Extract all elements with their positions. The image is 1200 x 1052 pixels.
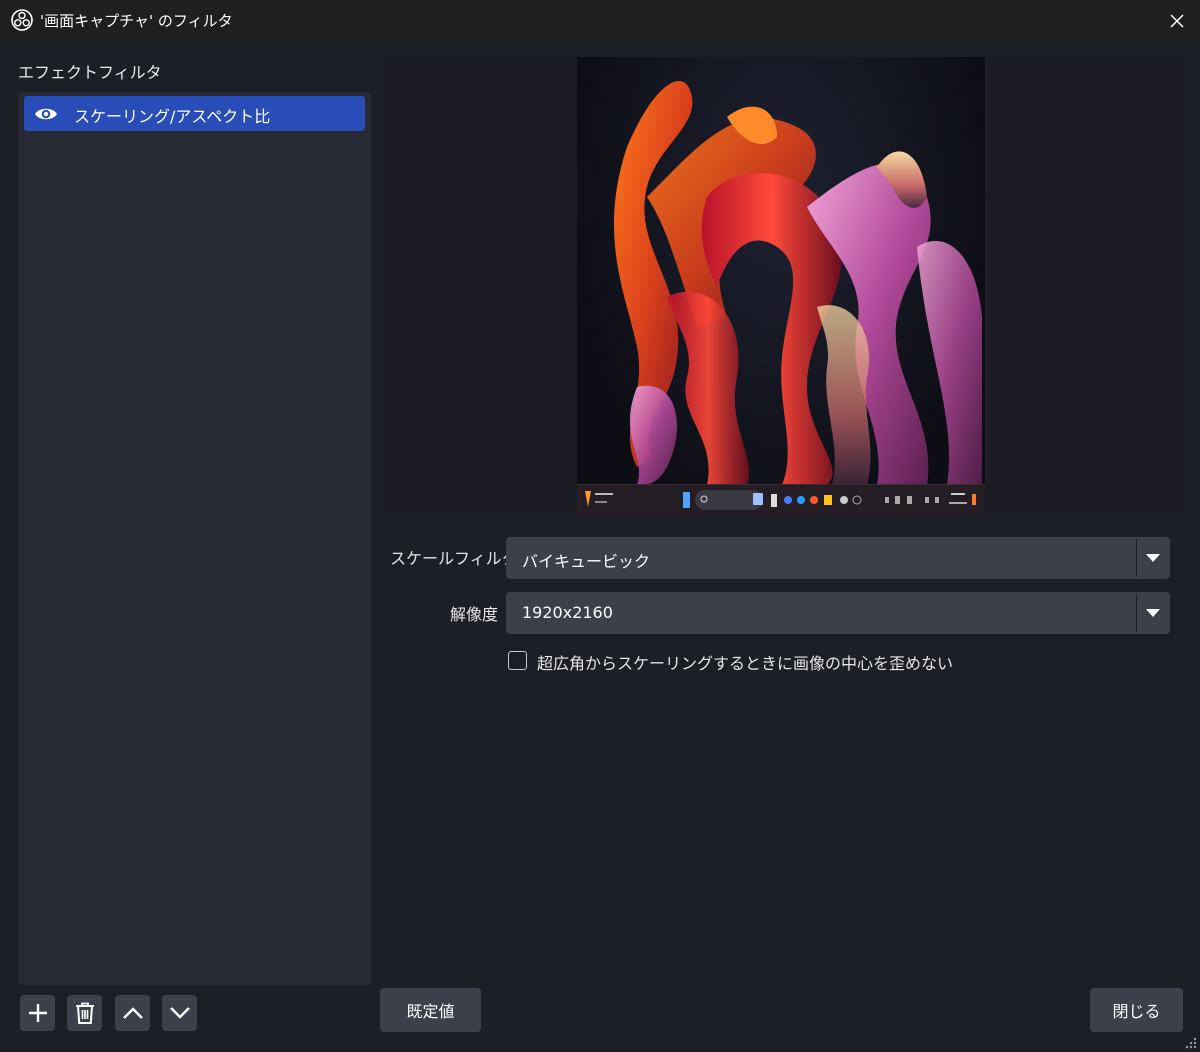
scale-filter-value: バイキュービック bbox=[522, 552, 651, 571]
window-close-button[interactable] bbox=[1154, 0, 1200, 42]
captured-taskbar bbox=[577, 484, 985, 515]
chevron-down-icon bbox=[169, 1007, 190, 1019]
effect-filters-label: エフェクトフィルタ bbox=[18, 63, 162, 82]
chevron-up-icon bbox=[122, 1007, 143, 1019]
close-icon bbox=[1170, 14, 1184, 28]
resolution-label: 解像度 bbox=[449, 605, 498, 624]
undistort-checkbox[interactable] bbox=[508, 651, 527, 670]
defaults-button[interactable]: 既定値 bbox=[380, 988, 481, 1032]
undistort-checkbox-label[interactable]: 超広角からスケーリングするときに画像の中心を歪めない bbox=[537, 650, 953, 674]
move-filter-down-button[interactable] bbox=[162, 995, 197, 1031]
remove-filter-button[interactable] bbox=[67, 995, 102, 1031]
close-button[interactable]: 閉じる bbox=[1090, 988, 1183, 1032]
taskbar-icons bbox=[585, 490, 976, 510]
dropdown-arrow-icon bbox=[1146, 554, 1160, 562]
desktop-capture-preview bbox=[577, 57, 985, 515]
trash-icon bbox=[75, 1002, 94, 1024]
combo-separator bbox=[1136, 594, 1137, 632]
obs-logo-icon bbox=[11, 9, 33, 31]
resize-grip-icon[interactable] bbox=[1183, 1035, 1197, 1049]
filter-item-label: スケーリング/アスペクト比 bbox=[74, 107, 271, 126]
resolution-value: 1920x2160 bbox=[522, 603, 613, 622]
filter-preview bbox=[380, 57, 1183, 515]
plus-icon bbox=[28, 1004, 47, 1022]
scale-filter-label: スケールフィルタ bbox=[390, 549, 518, 568]
wallpaper-image bbox=[614, 81, 982, 485]
filter-item-scaling[interactable]: スケーリング/アスペクト比 bbox=[24, 96, 365, 131]
scale-filter-select[interactable]: バイキュービック bbox=[506, 537, 1170, 579]
filter-list: スケーリング/アスペクト比 bbox=[18, 92, 371, 985]
resolution-select[interactable]: 1920x2160 bbox=[506, 592, 1170, 634]
combo-separator bbox=[1136, 539, 1137, 577]
title-bar: '画面キャプチャ' のフィルタ bbox=[0, 0, 1200, 42]
move-filter-up-button[interactable] bbox=[115, 995, 150, 1031]
window-title: '画面キャプチャ' のフィルタ bbox=[40, 12, 233, 30]
add-filter-button[interactable] bbox=[20, 995, 55, 1031]
eye-icon[interactable] bbox=[34, 104, 58, 124]
dropdown-arrow-icon bbox=[1146, 609, 1160, 617]
